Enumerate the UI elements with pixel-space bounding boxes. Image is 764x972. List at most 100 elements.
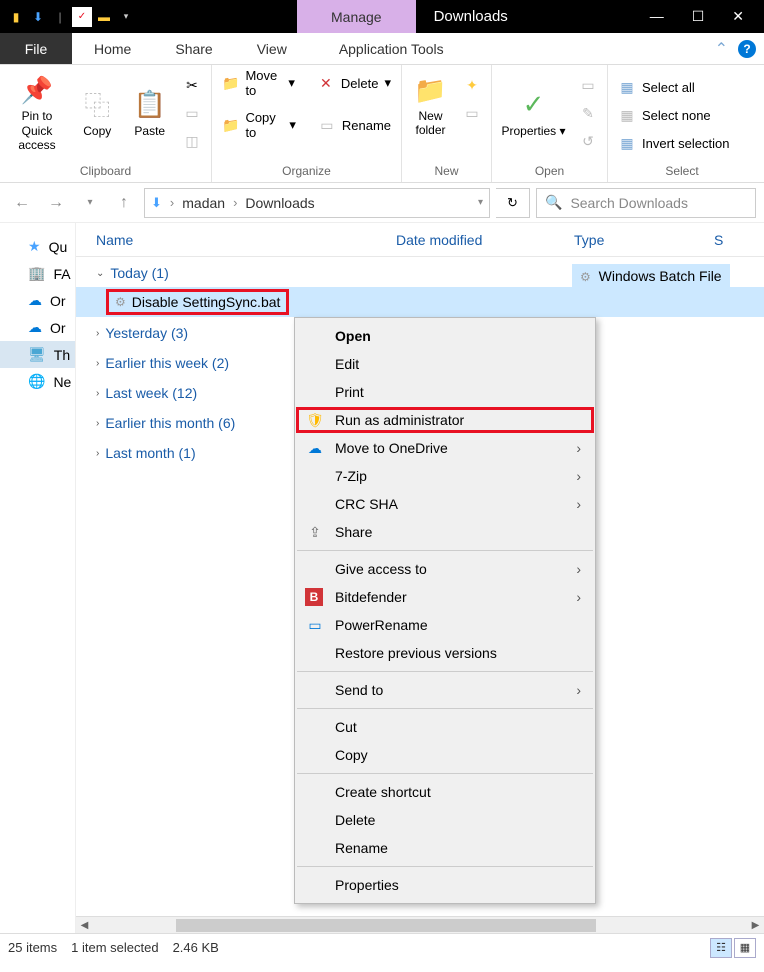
ctx-send-to[interactable]: Send to› bbox=[295, 676, 595, 704]
invert-selection-button[interactable]: ▦Invert selection bbox=[614, 131, 750, 155]
address-dropdown-icon[interactable]: ▾ bbox=[478, 197, 483, 208]
minimize-button[interactable]: — bbox=[650, 8, 664, 25]
back-button[interactable]: ← bbox=[8, 189, 36, 217]
building-icon: 🏢 bbox=[28, 265, 45, 282]
copy-to-button[interactable]: 📁Copy to ▾ bbox=[218, 113, 300, 137]
new-folder-button[interactable]: 📁 New folder bbox=[408, 69, 453, 138]
chevron-right-icon: › bbox=[96, 328, 99, 339]
ctx-give-access-to[interactable]: Give access to› bbox=[295, 555, 595, 583]
cut-button[interactable]: ✂ bbox=[179, 73, 205, 97]
ctx-print[interactable]: Print bbox=[295, 378, 595, 406]
maximize-button[interactable]: ☐ bbox=[692, 8, 705, 25]
chevron-right-icon[interactable]: › bbox=[233, 195, 237, 210]
column-name[interactable]: Name bbox=[76, 232, 396, 248]
rename-button[interactable]: ▭Rename bbox=[314, 113, 395, 137]
new-item-button[interactable]: ✦ bbox=[459, 73, 485, 97]
horizontal-scrollbar[interactable]: ◀ ▶ bbox=[76, 916, 764, 933]
folder-small-icon[interactable]: ▬ bbox=[94, 7, 114, 27]
icons-view-button[interactable]: ▦ bbox=[734, 938, 756, 958]
breadcrumb-current[interactable]: Downloads bbox=[245, 195, 314, 211]
open-button[interactable]: ▭ bbox=[575, 73, 601, 97]
ctx-bitdefender[interactable]: BBitdefender› bbox=[295, 583, 595, 611]
close-button[interactable]: ✕ bbox=[732, 8, 744, 25]
forward-button[interactable]: → bbox=[42, 189, 70, 217]
sidebar-item-onedrive[interactable]: ☁Or bbox=[0, 314, 75, 341]
column-size[interactable]: S bbox=[714, 232, 723, 248]
copy-path-button[interactable]: ▭ bbox=[179, 101, 205, 125]
share-tab[interactable]: Share bbox=[153, 33, 234, 64]
column-date[interactable]: Date modified bbox=[396, 232, 574, 248]
details-view-button[interactable]: ☷ bbox=[710, 938, 732, 958]
checklist-icon[interactable]: ✓ bbox=[72, 7, 92, 27]
manage-context-tab[interactable]: Manage bbox=[297, 0, 416, 33]
chevron-right-icon: › bbox=[96, 388, 99, 399]
ctx-run-as-administrator[interactable]: 🛡Run as administrator bbox=[295, 406, 595, 434]
cloud-icon: ☁ bbox=[28, 292, 42, 309]
sparkle-icon: ✦ bbox=[463, 76, 481, 94]
pc-icon: 🖥 bbox=[28, 346, 46, 363]
sidebar-item[interactable]: 🏢FA bbox=[0, 260, 75, 287]
paste-button[interactable]: 📋 Paste bbox=[127, 69, 174, 153]
ctx-move-to-onedrive[interactable]: ☁Move to OneDrive› bbox=[295, 434, 595, 462]
copy-button[interactable]: ⿻ Copy bbox=[74, 69, 121, 153]
cloud-icon: ☁ bbox=[305, 438, 325, 458]
navigation-bar: ← → ▾ ↑ ⬇ › madan › Downloads ▾ ↻ 🔍 Sear… bbox=[0, 183, 764, 223]
up-button[interactable]: ↑ bbox=[110, 189, 138, 217]
sidebar-item-this-pc[interactable]: 🖥Th bbox=[0, 341, 75, 368]
view-tab[interactable]: View bbox=[235, 33, 309, 64]
file-tab[interactable]: File bbox=[0, 33, 72, 64]
collapse-ribbon-icon[interactable]: ⌃ bbox=[715, 39, 728, 59]
ctx-cut[interactable]: Cut bbox=[295, 713, 595, 741]
sidebar-item-onedrive[interactable]: ☁Or bbox=[0, 287, 75, 314]
help-icon[interactable]: ? bbox=[738, 40, 756, 58]
easy-access-button[interactable]: ▭ bbox=[459, 101, 485, 125]
ctx-delete[interactable]: Delete bbox=[295, 806, 595, 834]
select-all-button[interactable]: ▦Select all bbox=[614, 75, 750, 99]
history-button[interactable]: ↺ bbox=[575, 129, 601, 153]
address-bar[interactable]: ⬇ › madan › Downloads ▾ bbox=[144, 188, 490, 218]
folder-icon: ▮ bbox=[6, 7, 26, 27]
column-type[interactable]: Type bbox=[574, 232, 714, 248]
paste-icon: 📋 bbox=[133, 88, 167, 122]
properties-button[interactable]: ✓ Properties ▾ bbox=[498, 69, 569, 153]
select-none-button[interactable]: ▦Select none bbox=[614, 103, 750, 127]
paste-shortcut-button[interactable]: ◫ bbox=[179, 129, 205, 153]
ctx-restore-versions[interactable]: Restore previous versions bbox=[295, 639, 595, 667]
ctx-open[interactable]: Open bbox=[295, 322, 595, 350]
quick-access-toolbar: ▮ ⬇ | ✓ ▬ ▾ bbox=[0, 7, 142, 27]
bitdefender-icon: B bbox=[305, 588, 323, 606]
move-to-button[interactable]: 📁Move to ▾ bbox=[218, 71, 299, 95]
recent-dropdown-icon[interactable]: ▾ bbox=[76, 189, 104, 217]
clipboard-group: 📌 Pin to Quick access ⿻ Copy 📋 Paste ✂ ▭… bbox=[0, 65, 212, 182]
shortcut-icon: ◫ bbox=[183, 132, 201, 150]
scrollbar-thumb[interactable] bbox=[176, 919, 596, 932]
refresh-button[interactable]: ↻ bbox=[496, 188, 530, 218]
bat-file-icon: ⚙ bbox=[580, 270, 591, 284]
search-input[interactable]: 🔍 Search Downloads bbox=[536, 188, 756, 218]
scroll-left-icon[interactable]: ◀ bbox=[76, 917, 93, 934]
home-tab[interactable]: Home bbox=[72, 33, 153, 64]
ctx-powerrename[interactable]: ▭PowerRename bbox=[295, 611, 595, 639]
edit-button[interactable]: ✎ bbox=[575, 101, 601, 125]
delete-button[interactable]: ✕Delete ▾ bbox=[313, 71, 395, 95]
sidebar-item-network[interactable]: 🌐Ne bbox=[0, 368, 75, 395]
qat-dropdown-icon[interactable]: ▾ bbox=[116, 7, 136, 27]
scroll-right-icon[interactable]: ▶ bbox=[747, 917, 764, 934]
file-row[interactable]: ⚙ Disable SettingSync.bat bbox=[76, 287, 764, 317]
edit-icon: ✎ bbox=[579, 104, 597, 122]
sidebar-item-quick-access[interactable]: ★Qu bbox=[0, 233, 75, 260]
breadcrumb-parent[interactable]: madan bbox=[182, 195, 225, 211]
down-arrow-icon[interactable]: ⬇ bbox=[28, 7, 48, 27]
ctx-copy[interactable]: Copy bbox=[295, 741, 595, 769]
pin-to-quick-access-button[interactable]: 📌 Pin to Quick access bbox=[6, 69, 68, 153]
ctx-rename[interactable]: Rename bbox=[295, 834, 595, 862]
ctx-share[interactable]: ⇪Share bbox=[295, 518, 595, 546]
ctx-7zip[interactable]: 7-Zip› bbox=[295, 462, 595, 490]
ctx-crc-sha[interactable]: CRC SHA› bbox=[295, 490, 595, 518]
application-tools-tab[interactable]: Application Tools bbox=[317, 33, 466, 64]
ctx-create-shortcut[interactable]: Create shortcut bbox=[295, 778, 595, 806]
ctx-properties[interactable]: Properties bbox=[295, 871, 595, 899]
chevron-right-icon[interactable]: › bbox=[170, 195, 174, 210]
divider-icon: | bbox=[50, 7, 70, 27]
ctx-edit[interactable]: Edit bbox=[295, 350, 595, 378]
